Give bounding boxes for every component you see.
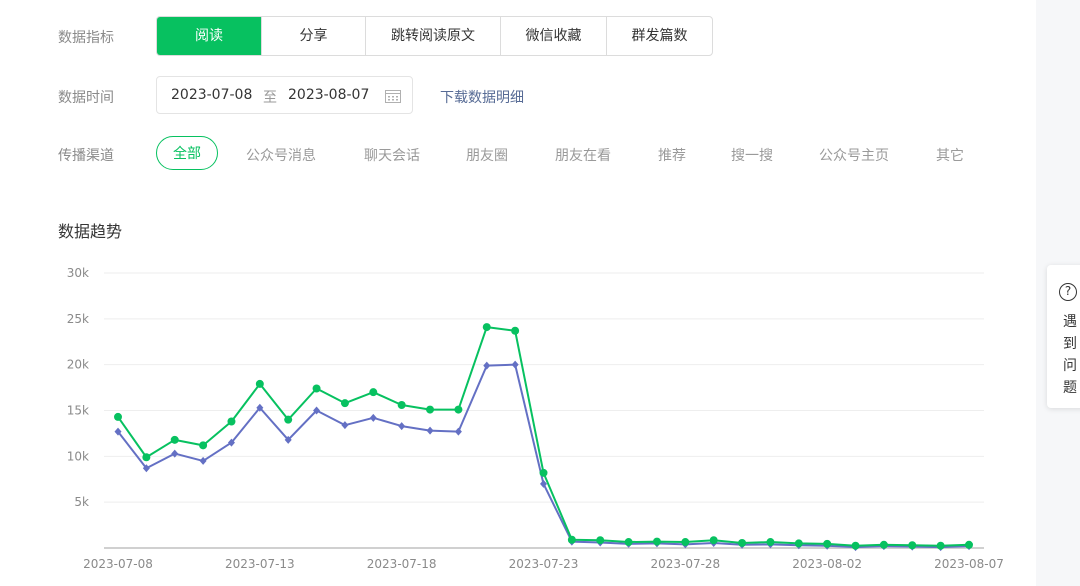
trend-chart: 5k 10k 15k 20k 25k 30k 2023-07-08 2023-07-13 20… [67, 266, 1004, 571]
data-point [624, 538, 633, 547]
data-point [965, 540, 973, 549]
data-point [681, 538, 690, 547]
data-point [738, 538, 747, 547]
data-point [766, 538, 775, 547]
x-tick-label: 2023-08-07 [934, 557, 1004, 571]
data-point [227, 417, 236, 426]
analytics-panel: 数据指标 阅读 分享 跳转阅读原文 微信收藏 群发篇数 数据时间 2023-07… [0, 0, 1036, 586]
y-tick-label: 10k [67, 449, 89, 463]
data-point [511, 360, 519, 369]
data-point [539, 468, 548, 477]
x-tick-label: 2023-07-08 [83, 557, 153, 571]
data-point [397, 401, 406, 409]
y-tick-label: 15k [67, 404, 89, 418]
data-point [341, 421, 349, 430]
series-line-0 [117, 326, 970, 547]
data-point [794, 539, 803, 548]
data-point [652, 537, 661, 546]
data-point [142, 453, 151, 462]
data-point [199, 441, 208, 450]
data-point [369, 413, 377, 422]
data-point [170, 435, 179, 444]
x-tick-label: 2023-08-02 [792, 557, 862, 571]
x-tick-label: 2023-07-28 [650, 557, 720, 571]
y-tick-label: 30k [67, 266, 89, 280]
data-point [908, 541, 917, 550]
y-tick-label: 5k [74, 495, 89, 509]
help-text[interactable]: 遇到问题 [1063, 311, 1079, 399]
data-point [340, 399, 349, 408]
data-point [312, 384, 321, 393]
data-point [879, 540, 888, 549]
data-point [454, 427, 462, 436]
data-point [199, 456, 207, 465]
data-point [398, 422, 406, 431]
question-circle-icon[interactable]: ? [1059, 283, 1077, 301]
data-point [426, 426, 434, 435]
y-tick-label: 25k [67, 312, 89, 326]
data-point [567, 535, 576, 544]
data-point [483, 361, 491, 370]
data-point [511, 326, 520, 335]
data-point [284, 415, 293, 424]
data-point [851, 541, 860, 550]
data-point [823, 539, 832, 548]
help-widget[interactable]: ? 遇到问题 [1047, 265, 1080, 408]
data-point [454, 405, 463, 414]
data-point [426, 405, 435, 414]
x-tick-label: 2023-07-18 [367, 557, 437, 571]
data-point [255, 379, 264, 388]
data-point [482, 323, 491, 332]
data-point [114, 412, 122, 421]
x-tick-label: 2023-07-13 [225, 557, 295, 571]
data-point [596, 536, 605, 545]
data-point [369, 388, 378, 397]
x-tick-label: 2023-07-23 [509, 557, 579, 571]
y-tick-label: 20k [67, 358, 89, 372]
data-point [709, 536, 718, 545]
data-point [936, 541, 945, 550]
